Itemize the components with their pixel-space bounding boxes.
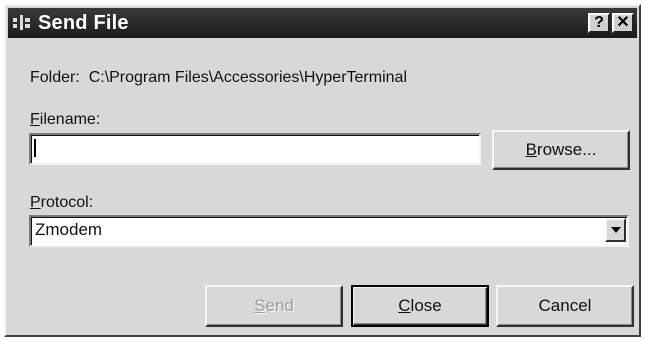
protocol-label: Protocol: bbox=[30, 194, 94, 211]
folder-path: C:\Program Files\Accessories\HyperTermin… bbox=[88, 69, 407, 86]
filename-input[interactable] bbox=[29, 133, 481, 165]
filename-label: Filename: bbox=[30, 111, 101, 128]
protocol-selected-value: Zmodem bbox=[35, 220, 103, 239]
window-title: Send File bbox=[38, 11, 129, 34]
cancel-button[interactable]: Cancel bbox=[496, 285, 634, 327]
close-button[interactable]: Close bbox=[351, 285, 489, 327]
close-window-button[interactable]: ✕ bbox=[612, 13, 634, 33]
folder-label: Folder: bbox=[30, 69, 80, 86]
text-caret bbox=[34, 139, 36, 157]
help-button[interactable]: ? bbox=[588, 13, 610, 33]
browse-button[interactable]: Browse... bbox=[492, 130, 630, 170]
dropdown-arrow-icon[interactable] bbox=[605, 218, 626, 242]
protocol-dropdown[interactable]: Zmodem bbox=[29, 215, 629, 247]
send-button[interactable]: Send bbox=[205, 285, 343, 327]
hyperterminal-icon bbox=[12, 13, 32, 33]
send-file-dialog: Send File ? ✕ Folder: C:\Program Files\A… bbox=[4, 4, 641, 337]
title-bar[interactable]: Send File ? ✕ bbox=[8, 8, 637, 38]
folder-label-row: Folder: C:\Program Files\Accessories\Hyp… bbox=[30, 69, 407, 87]
